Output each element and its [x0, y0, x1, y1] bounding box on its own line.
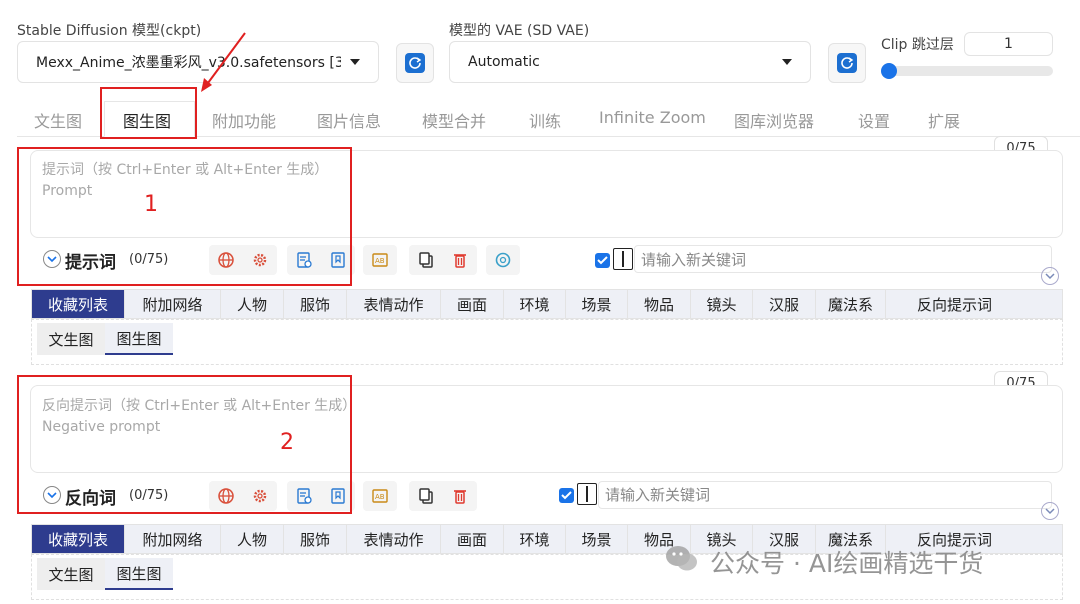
keyword-checkbox[interactable] [595, 253, 610, 268]
wechat-icon [665, 544, 699, 574]
clip-value: 1 [1004, 36, 1013, 52]
category-tab[interactable]: 附加网络 [125, 290, 221, 318]
model-value: Mexx_Anime_浓墨重彩风_v3.0.safetensors [3f [36, 55, 341, 71]
expand-chevron-icon[interactable] [1041, 267, 1059, 285]
category-tab[interactable]: 汉服 [753, 290, 816, 318]
subtab-txt2img[interactable]: 文生图 [37, 558, 105, 590]
category-tab[interactable]: 场景 [566, 290, 628, 318]
trash-icon[interactable] [443, 481, 477, 511]
tab-checkpoint-merger[interactable]: 模型合并 [422, 108, 486, 132]
model-refresh-button[interactable] [396, 43, 434, 83]
category-tab[interactable]: 人物 [221, 525, 284, 553]
category-tab[interactable]: 服饰 [284, 290, 347, 318]
category-tab[interactable]: 画面 [441, 290, 504, 318]
category-tab[interactable]: 物品 [628, 290, 691, 318]
category-tab[interactable]: 魔法系 [816, 290, 886, 318]
category-tab[interactable]: 画面 [441, 525, 504, 553]
tab-infinite-zoom[interactable]: Infinite Zoom [599, 108, 706, 127]
category-tab[interactable]: 表情动作 [347, 290, 441, 318]
chevron-down-icon [782, 59, 792, 65]
category-tab[interactable]: 环境 [504, 525, 566, 553]
tab-extras[interactable]: 附加功能 [212, 108, 276, 132]
vae-refresh-button[interactable] [828, 43, 866, 83]
copy-icon[interactable] [409, 481, 443, 511]
text-cursor-icon [613, 248, 633, 270]
refresh-icon [837, 53, 857, 73]
keyword-placeholder: 请输入新关键词 [605, 486, 711, 504]
negative-toolgroup-4 [409, 481, 477, 511]
clip-input[interactable]: 1 [964, 32, 1053, 56]
svg-text:AB: AB [375, 493, 385, 501]
tab-txt2img[interactable]: 文生图 [34, 108, 82, 132]
clip-slider-handle[interactable] [881, 63, 897, 79]
clip-slider[interactable] [881, 66, 1053, 76]
category-tab[interactable]: 镜头 [691, 290, 753, 318]
copy-icon[interactable] [409, 245, 443, 275]
category-bar-prompt: 收藏列表 附加网络 人物 服饰 表情动作 画面 环境 场景 物品 镜头 汉服 魔… [31, 289, 1063, 319]
prompt-toolgroup-3: AB [363, 245, 397, 275]
subtab-img2img[interactable]: 图生图 [105, 558, 173, 590]
subtab-area-prompt [31, 319, 1063, 365]
category-tab[interactable]: 场景 [566, 525, 628, 553]
model-label: Stable Diffusion 模型(ckpt) [17, 23, 202, 39]
category-tab[interactable]: 附加网络 [125, 525, 221, 553]
subtab-txt2img[interactable]: 文生图 [37, 323, 105, 355]
ab-swap-icon[interactable]: AB [363, 481, 397, 511]
keyword-placeholder: 请输入新关键词 [641, 251, 747, 269]
category-tab[interactable]: 反向提示词 [886, 290, 1023, 318]
annotation-arrow [201, 32, 246, 92]
keyword-checkbox[interactable] [559, 488, 574, 503]
category-tab[interactable]: 环境 [504, 290, 566, 318]
tab-settings[interactable]: 设置 [858, 108, 890, 132]
tab-png-info[interactable]: 图片信息 [317, 108, 381, 132]
tab-train[interactable]: 训练 [529, 108, 561, 132]
subtab-img2img[interactable]: 图生图 [105, 323, 173, 355]
category-tab[interactable]: 人物 [221, 290, 284, 318]
ab-swap-icon[interactable]: AB [363, 245, 397, 275]
trash-icon[interactable] [443, 245, 477, 275]
vae-dropdown[interactable]: Automatic [449, 41, 811, 83]
category-tab[interactable]: 服饰 [284, 525, 347, 553]
category-tab[interactable]: 收藏列表 [32, 525, 125, 553]
watermark-text: 公众号 · AI绘画精选干货 [710, 549, 984, 578]
category-tab[interactable]: 收藏列表 [32, 290, 125, 318]
prompt-toolgroup-5 [486, 245, 520, 275]
clip-label: Clip 跳过层 [881, 37, 954, 53]
negative-toolgroup-3: AB [363, 481, 397, 511]
refresh-icon [405, 53, 425, 73]
category-tab[interactable]: 表情动作 [347, 525, 441, 553]
annotation-box-negative [17, 375, 352, 514]
prompt-toolgroup-4 [409, 245, 477, 275]
svg-text:AB: AB [375, 257, 385, 265]
annotation-box-tab [100, 87, 197, 139]
text-cursor-icon [577, 483, 597, 505]
expand-chevron-icon[interactable] [1041, 502, 1059, 520]
tab-extensions[interactable]: 扩展 [928, 108, 960, 132]
chevron-down-icon [350, 59, 360, 65]
annotation-box-prompt [17, 147, 352, 286]
ai-generate-icon[interactable] [486, 245, 520, 275]
vae-label: 模型的 VAE (SD VAE) [449, 23, 590, 39]
tab-image-browser[interactable]: 图库浏览器 [734, 108, 814, 132]
vae-value: Automatic [468, 54, 540, 70]
